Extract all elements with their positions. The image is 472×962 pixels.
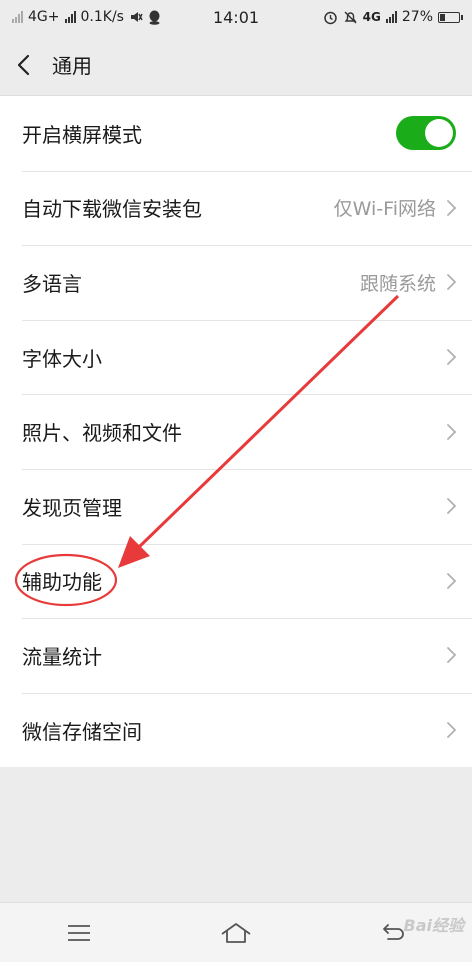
- setting-label: 多语言: [22, 271, 82, 296]
- chevron-right-icon: [447, 722, 457, 738]
- setting-value: 仅Wi-Fi网络: [333, 198, 436, 221]
- status-left: 4G+ 0.1K/s: [12, 9, 161, 25]
- setting-landscape-mode[interactable]: 开启横屏模式: [0, 96, 472, 171]
- setting-font-size[interactable]: 字体大小: [0, 319, 472, 395]
- chevron-right-icon: [447, 423, 457, 440]
- setting-label: 照片、视频和文件: [22, 421, 182, 446]
- setting-media[interactable]: 照片、视频和文件: [0, 394, 472, 469]
- setting-storage[interactable]: 微信存储空间: [0, 692, 472, 768]
- status-right: 4G 27%: [323, 9, 463, 25]
- system-nav-bar: [0, 902, 472, 962]
- setting-label: 辅助功能: [22, 570, 102, 595]
- chevron-right-icon: [447, 498, 457, 515]
- network-type-2: 4G: [362, 10, 381, 24]
- chevron-right-icon: [447, 647, 457, 664]
- setting-value: 跟随系统: [359, 272, 436, 295]
- qq-icon: [149, 10, 160, 25]
- menu-button[interactable]: [49, 913, 109, 953]
- chevron-right-icon: [447, 274, 457, 291]
- toggle-knob: [425, 119, 453, 148]
- battery-icon: [438, 11, 463, 23]
- setting-label: 流量统计: [22, 644, 102, 669]
- network-type: 4G+: [28, 9, 60, 25]
- menu-icon: [67, 924, 90, 941]
- setting-label: 自动下载微信安装包: [22, 197, 202, 222]
- setting-traffic[interactable]: 流量统计: [0, 618, 472, 693]
- setting-auto-download[interactable]: 自动下载微信安装包 仅Wi-Fi网络: [0, 170, 472, 246]
- back-icon: [383, 923, 405, 940]
- battery-percent: 27%: [401, 9, 433, 25]
- setting-accessibility[interactable]: 辅助功能: [0, 543, 472, 619]
- nav-bar: 通用: [0, 34, 472, 96]
- signal-strength-icon: [64, 11, 76, 23]
- status-time: 14:01: [212, 8, 260, 27]
- setting-label: 发现页管理: [22, 495, 122, 520]
- watermark: Bai经验: [403, 916, 464, 935]
- alarm-icon: [323, 11, 337, 24]
- chevron-right-icon: [447, 349, 457, 365]
- page-title: 通用: [52, 54, 92, 78]
- notification-off-icon: [344, 11, 357, 23]
- landscape-toggle[interactable]: [396, 116, 456, 151]
- chevron-left-icon: [17, 54, 30, 75]
- signal-icon: [12, 11, 23, 23]
- chevron-right-icon: [447, 199, 457, 216]
- setting-label: 开启横屏模式: [22, 122, 142, 147]
- home-button[interactable]: [206, 913, 266, 953]
- mute-icon: [130, 12, 143, 22]
- status-bar: 4G+ 0.1K/s 14:01 4G 27%: [0, 0, 472, 34]
- chevron-right-icon: [447, 572, 457, 589]
- setting-language[interactable]: 多语言 跟随系统: [0, 245, 472, 320]
- network-speed: 0.1K/s: [80, 9, 124, 25]
- setting-label: 微信存储空间: [22, 719, 142, 744]
- signal-strength-icon-2: [385, 11, 397, 23]
- home-icon: [221, 922, 251, 943]
- back-button[interactable]: [16, 50, 38, 80]
- settings-list: 开启横屏模式 自动下载微信安装包 仅Wi-Fi网络 多语言 跟随系统 字体大小 …: [0, 96, 472, 768]
- setting-label: 字体大小: [22, 346, 102, 371]
- setting-discover[interactable]: 发现页管理: [0, 468, 472, 544]
